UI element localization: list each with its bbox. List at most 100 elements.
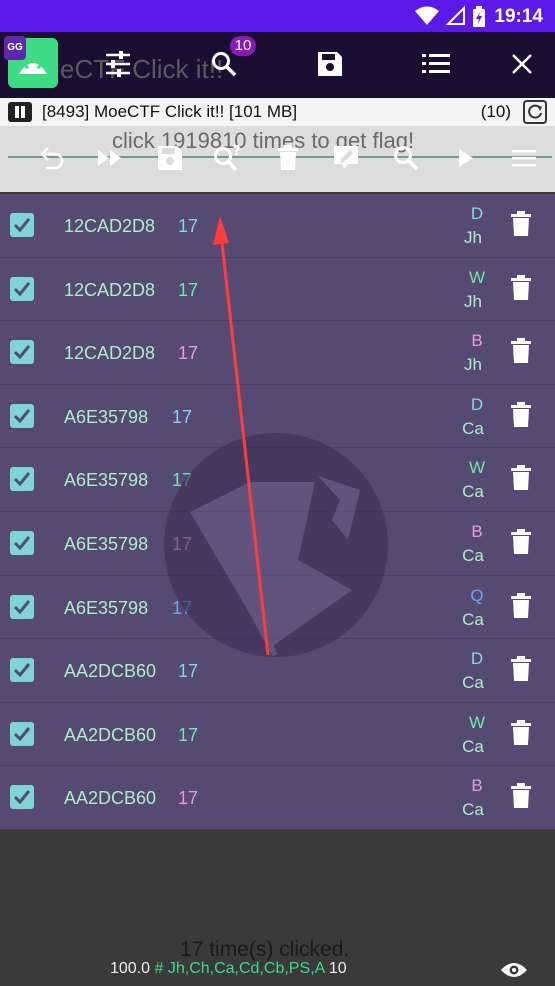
result-row[interactable]: 12CAD2D8 17 B Jh (0, 321, 555, 385)
tab-memory-list[interactable] (416, 44, 456, 84)
fast-forward-button[interactable] (94, 142, 126, 174)
row-region: Jh (464, 291, 482, 311)
row-delete-button[interactable] (510, 592, 536, 623)
wifi-icon (414, 6, 440, 31)
row-type-code: D (470, 204, 484, 223)
result-row[interactable]: 12CAD2D8 17 D Jh (0, 194, 555, 258)
close-button[interactable] (502, 44, 542, 84)
trash-icon (511, 274, 531, 300)
undo-icon (40, 147, 64, 170)
results-list[interactable]: 12CAD2D8 17 D Jh 12CAD2D8 17 W Jh 12CAD2D8 17 B Jh A… (0, 194, 555, 830)
row-delete-button[interactable] (510, 529, 536, 559)
settings-sliders-button[interactable] (98, 44, 138, 84)
row-value[interactable]: 17 (178, 725, 198, 746)
row-delete-button[interactable] (510, 656, 536, 686)
row-address[interactable]: A6E35798 (64, 407, 148, 428)
row-checkbox[interactable] (10, 721, 34, 746)
row-checkbox[interactable] (10, 276, 34, 301)
result-count: (10) (480, 102, 511, 121)
speed-value: 100.0 (110, 960, 151, 977)
edit-values-button[interactable] (330, 142, 362, 174)
fast-forward-icon (98, 150, 121, 166)
menu-icon (512, 150, 536, 167)
result-row[interactable]: AA2DCB60 17 D Ca (0, 639, 555, 703)
result-row[interactable]: A6E35798 17 W Ca (0, 448, 555, 512)
header-title-behind: eCTF Click it!! (60, 54, 224, 84)
row-checkbox[interactable] (10, 594, 34, 619)
row-region: Ca (462, 609, 484, 629)
row-address[interactable]: AA2DCB60 (64, 661, 156, 682)
trash-icon (511, 465, 531, 491)
tab-saved-list[interactable] (310, 44, 350, 84)
pause-process-button[interactable] (8, 102, 32, 122)
row-delete-button[interactable] (510, 783, 536, 813)
result-row[interactable]: AA2DCB60 17 W Ca (0, 703, 555, 767)
process-label[interactable]: [8493] MoeCTF Click it!! [101 MB] (42, 102, 297, 122)
row-value[interactable]: 17 (172, 534, 192, 555)
found-count: 10 (328, 960, 347, 977)
row-value[interactable]: 17 (178, 661, 198, 682)
row-type-code: B (471, 331, 483, 351)
checkmark-icon (13, 790, 31, 805)
row-delete-button[interactable] (510, 465, 536, 495)
row-checkbox[interactable] (10, 658, 34, 683)
toolbar-menu-button[interactable] (508, 142, 540, 174)
cellular-signal-icon (445, 5, 466, 31)
result-row[interactable]: A6E35798 17 D Ca (0, 385, 555, 449)
row-checkbox[interactable] (10, 340, 34, 365)
search-button[interactable] (390, 142, 422, 174)
row-checkbox[interactable] (10, 213, 34, 237)
row-delete-button[interactable] (510, 338, 536, 368)
result-row[interactable]: A6E35798 17 Q Ca (0, 576, 555, 640)
row-address[interactable]: 12CAD2D8 (64, 216, 155, 237)
result-row[interactable]: 12CAD2D8 17 W Jh (0, 258, 555, 322)
row-type-code: D (470, 394, 484, 414)
row-checkbox[interactable] (10, 403, 34, 428)
row-delete-button[interactable] (510, 274, 536, 305)
row-address[interactable]: A6E35798 (64, 598, 148, 619)
result-row[interactable]: AA2DCB60 17 B Ca (0, 766, 555, 830)
search-toolbar: click 1919810 times to get flag! ? (0, 126, 555, 192)
row-address[interactable]: A6E35798 (64, 534, 148, 555)
row-checkbox[interactable] (10, 467, 34, 492)
android-app-icon[interactable]: GG (4, 36, 58, 88)
row-address[interactable]: 12CAD2D8 (64, 280, 155, 301)
row-delete-button[interactable] (510, 211, 536, 241)
row-address[interactable]: AA2DCB60 (64, 788, 156, 809)
row-delete-button[interactable] (510, 401, 536, 432)
clock-time: 19:14 (494, 6, 543, 27)
row-address[interactable]: 12CAD2D8 (64, 343, 155, 364)
fuzzy-search-button[interactable]: ? (212, 142, 244, 174)
row-checkbox[interactable] (10, 531, 34, 555)
row-value[interactable]: 17 (178, 343, 198, 364)
row-value[interactable]: 17 (172, 470, 192, 491)
checkmark-icon (13, 536, 31, 551)
row-address[interactable]: A6E35798 (64, 470, 148, 491)
close-icon (512, 54, 532, 74)
row-address[interactable]: AA2DCB60 (64, 725, 156, 746)
undo-button[interactable] (36, 142, 68, 174)
result-row[interactable]: A6E35798 17 B Ca (0, 512, 555, 576)
run-button[interactable] (450, 142, 482, 174)
save-results-button[interactable] (154, 142, 186, 174)
battery-charging-icon (472, 6, 486, 33)
visibility-toggle-button[interactable] (500, 960, 528, 980)
row-value[interactable]: 17 (178, 788, 198, 809)
hash-symbol: # (154, 960, 164, 977)
row-delete-button[interactable] (510, 719, 536, 750)
trash-icon (511, 783, 531, 809)
row-checkbox[interactable] (10, 785, 34, 810)
trash-icon (511, 529, 531, 554)
checkmark-icon (13, 472, 31, 487)
checkmark-icon (13, 345, 31, 360)
row-type-code: W (468, 458, 486, 478)
app-header: GG eCTF Click it!! 10 (0, 32, 555, 125)
search-question-icon: ? (214, 144, 241, 172)
row-value[interactable]: 17 (172, 407, 192, 428)
row-value[interactable]: 17 (178, 280, 198, 301)
delete-results-button[interactable] (272, 142, 304, 174)
row-value[interactable]: 17 (178, 216, 198, 237)
refresh-button[interactable] (523, 100, 547, 124)
trash-icon (511, 592, 531, 618)
row-value[interactable]: 17 (172, 598, 192, 619)
